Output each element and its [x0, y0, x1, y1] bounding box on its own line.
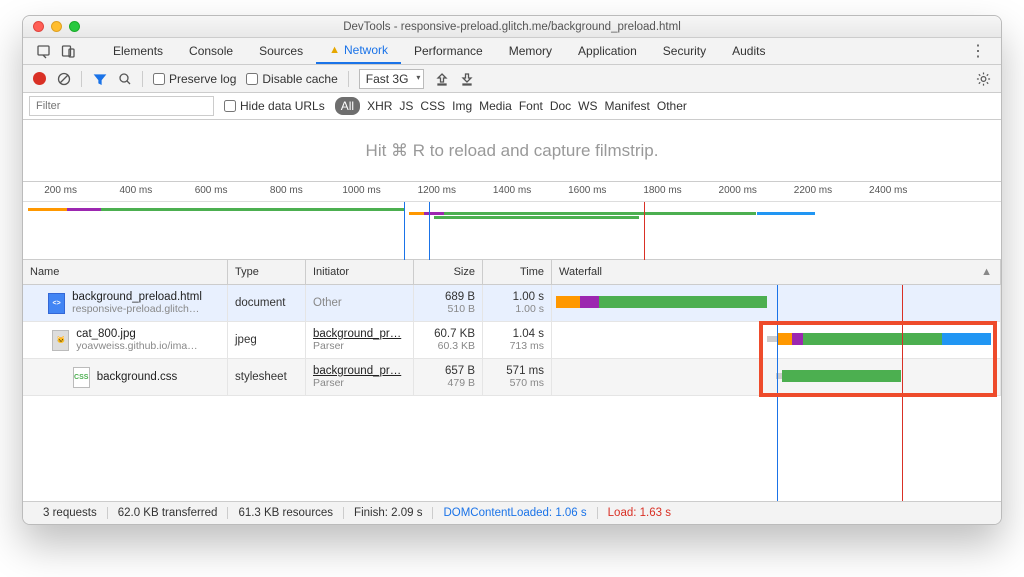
disable-cache-checkbox[interactable]: Disable cache [246, 72, 337, 86]
settings-icon[interactable] [976, 71, 991, 86]
panel-tabs: Elements Console Sources ▲Network Perfor… [23, 38, 1001, 65]
request-table: Name Type Initiator Size Time Waterfall▲… [23, 260, 1001, 501]
devtools-window: DevTools - responsive-preload.glitch.me/… [22, 15, 1002, 525]
col-type[interactable]: Type [228, 260, 306, 284]
tab-security[interactable]: Security [650, 38, 719, 64]
device-toggle-icon[interactable] [61, 44, 76, 59]
col-name[interactable]: Name [23, 260, 228, 284]
summary-resources: 61.3 KB resources [228, 507, 344, 519]
tab-memory[interactable]: Memory [496, 38, 565, 64]
tab-sources[interactable]: Sources [246, 38, 316, 64]
file-html-icon: <> [48, 293, 65, 314]
search-icon[interactable] [117, 71, 132, 86]
device-tools [28, 38, 100, 64]
filter-font[interactable]: Font [519, 99, 543, 113]
filter-img[interactable]: Img [452, 99, 472, 113]
tab-elements[interactable]: Elements [100, 38, 176, 64]
maximize-icon[interactable] [69, 21, 80, 32]
summary-count: 3 requests [33, 507, 108, 519]
network-toolbar: Preserve log Disable cache Fast 3G [23, 65, 1001, 93]
filter-all[interactable]: All [335, 97, 360, 115]
tab-audits[interactable]: Audits [719, 38, 778, 64]
col-time[interactable]: Time [483, 260, 552, 284]
filter-icon[interactable] [92, 71, 107, 86]
window-title: DevTools - responsive-preload.glitch.me/… [23, 21, 1001, 33]
traffic-lights [33, 21, 80, 32]
type-filters: All XHR JS CSS Img Media Font Doc WS Man… [335, 97, 687, 115]
col-waterfall[interactable]: Waterfall▲ [552, 260, 1001, 284]
summary-finish: Finish: 2.09 s [344, 507, 433, 519]
col-initiator[interactable]: Initiator [306, 260, 414, 284]
filter-ws[interactable]: WS [578, 99, 597, 113]
filter-js[interactable]: JS [399, 99, 413, 113]
download-icon[interactable] [459, 71, 474, 86]
inspect-icon[interactable] [36, 44, 51, 59]
filter-media[interactable]: Media [479, 99, 512, 113]
filter-xhr[interactable]: XHR [367, 99, 392, 113]
timeline-overview[interactable]: 200 ms400 ms600 ms 800 ms1000 ms1200 ms … [23, 182, 1001, 260]
tab-console[interactable]: Console [176, 38, 246, 64]
summary-load: Load: 1.63 s [598, 507, 681, 519]
file-css-icon: CSS [73, 367, 90, 388]
file-image-icon: 🐱 [52, 330, 69, 351]
clear-icon[interactable] [56, 71, 71, 86]
summary-dcl: DOMContentLoaded: 1.06 s [433, 507, 597, 519]
filter-doc[interactable]: Doc [550, 99, 571, 113]
summary-bar: 3 requests 62.0 KB transferred 61.3 KB r… [23, 501, 1001, 524]
minimize-icon[interactable] [51, 21, 62, 32]
summary-transferred: 62.0 KB transferred [108, 507, 229, 519]
sort-indicator-icon: ▲ [981, 266, 992, 278]
filter-bar: Hide data URLs All XHR JS CSS Img Media … [23, 93, 1001, 120]
warning-icon: ▲ [329, 44, 340, 56]
throttle-select[interactable]: Fast 3G [359, 69, 425, 89]
upload-icon[interactable] [434, 71, 449, 86]
filter-manifest[interactable]: Manifest [605, 99, 650, 113]
record-button[interactable] [33, 72, 46, 85]
titlebar: DevTools - responsive-preload.glitch.me/… [23, 16, 1001, 38]
tab-network[interactable]: ▲Network [316, 38, 401, 64]
filter-other[interactable]: Other [657, 99, 687, 113]
table-row[interactable]: <>background_preload.htmlresponsive-prel… [23, 285, 1001, 322]
tab-application[interactable]: Application [565, 38, 650, 64]
filter-css[interactable]: CSS [420, 99, 445, 113]
highlight-box [759, 321, 997, 397]
filter-input[interactable] [29, 96, 214, 116]
timeline-ruler: 200 ms400 ms600 ms 800 ms1000 ms1200 ms … [23, 182, 1001, 202]
preserve-log-checkbox[interactable]: Preserve log [153, 72, 236, 86]
more-menu-icon[interactable]: ⋮ [960, 38, 996, 64]
hide-data-urls-checkbox[interactable]: Hide data URLs [224, 99, 325, 113]
tab-performance[interactable]: Performance [401, 38, 496, 64]
col-size[interactable]: Size [414, 260, 483, 284]
filmstrip-hint: Hit ⌘ R to reload and capture filmstrip. [23, 120, 1001, 182]
close-icon[interactable] [33, 21, 44, 32]
table-header: Name Type Initiator Size Time Waterfall▲ [23, 260, 1001, 285]
